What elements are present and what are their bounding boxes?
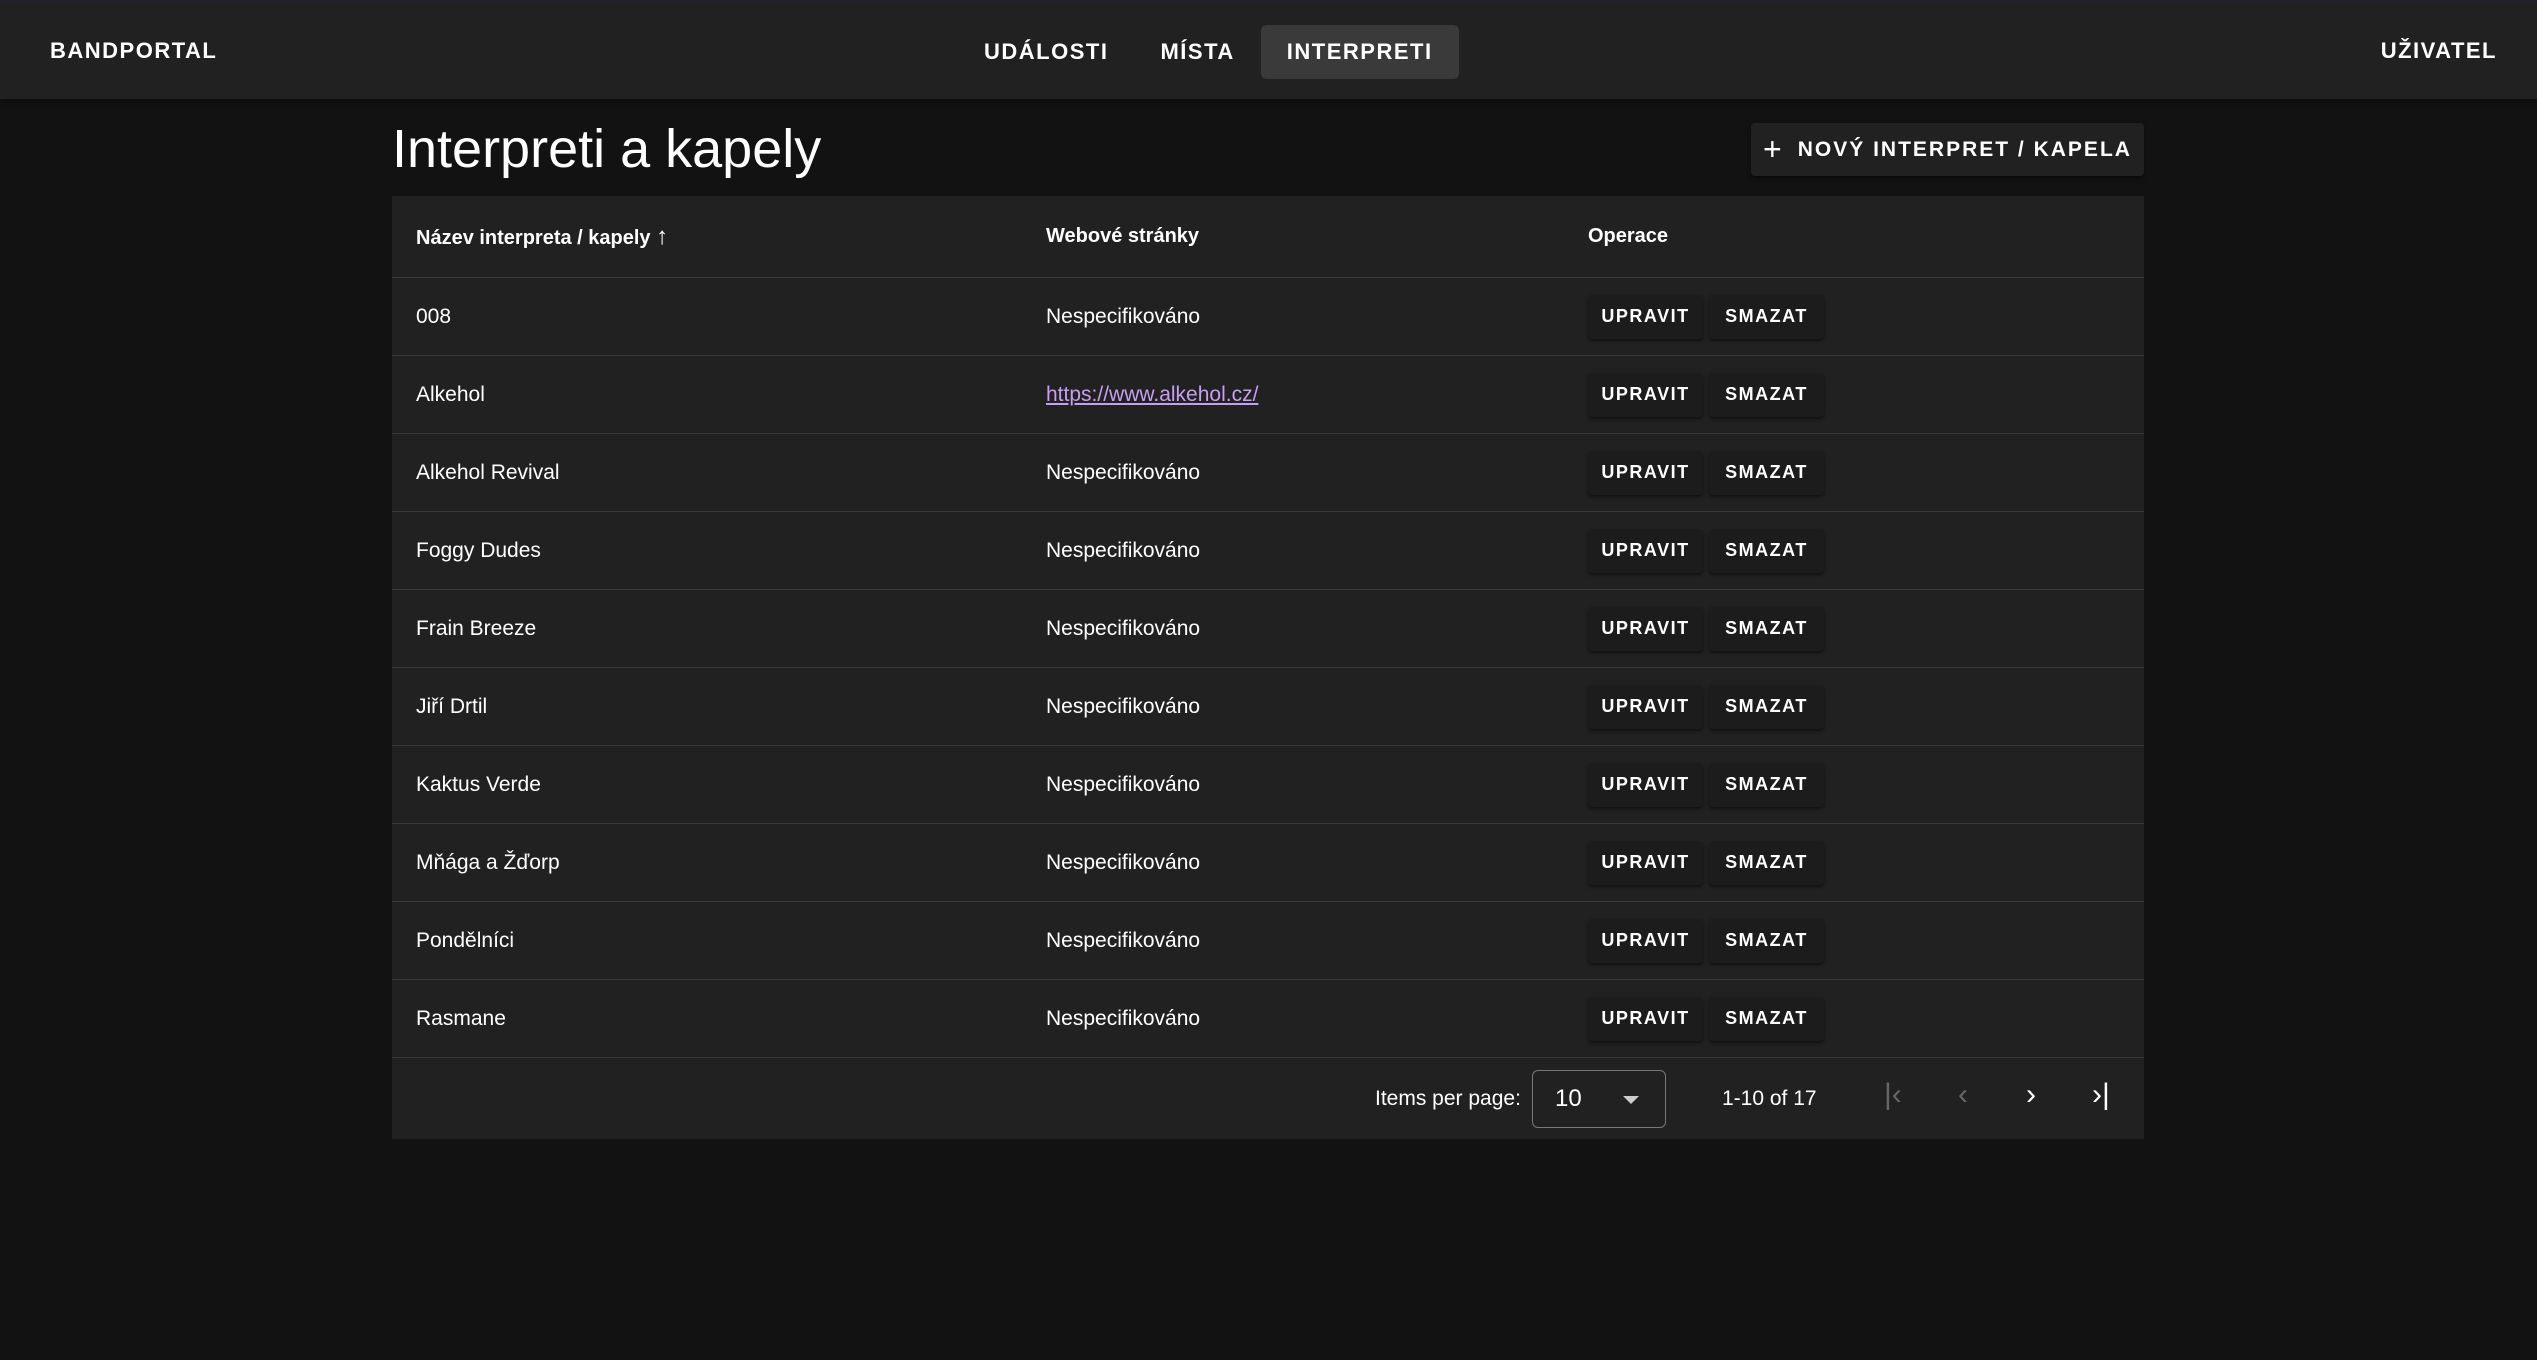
previous-page-icon[interactable]: ‹	[1958, 1078, 1968, 1112]
delete-button[interactable]: SMAZAT	[1709, 450, 1824, 495]
column-header-operations: Operace	[1588, 225, 1669, 247]
interpret-name: Foggy Dudes	[416, 538, 541, 562]
website: Nespecifikováno	[1046, 773, 1200, 797]
delete-button[interactable]: SMAZAT	[1709, 606, 1824, 651]
interpret-name: Alkehol Revival	[416, 460, 560, 484]
website-text: Nespecifikováno	[1046, 928, 1201, 952]
edit-button[interactable]: UPRAVIT	[1588, 840, 1703, 885]
table-row: Mňága a Žďorp Nespecifikováno UPRAVIT SMA…	[392, 824, 2144, 902]
interpret-name: Jiří Drtil	[416, 694, 488, 718]
edit-button[interactable]: UPRAVIT	[1588, 294, 1703, 339]
table-row: Alkehol Revival Nespecifikováno UPRAVIT S…	[392, 434, 2144, 512]
nav-udalosti[interactable]: UDÁLOSTI	[958, 25, 1134, 79]
edit-button[interactable]: UPRAVIT	[1588, 606, 1703, 651]
interpret-name: Mňága a Žďorp	[416, 850, 560, 874]
page-size-select[interactable]: 10	[1532, 1070, 1666, 1128]
delete-button[interactable]: SMAZAT	[1709, 918, 1824, 963]
last-page-icon[interactable]: ›|	[2092, 1078, 2110, 1112]
website: Nespecifikováno	[1046, 539, 1200, 563]
table-row: Kaktus Verde Nespecifikováno UPRAVIT SMAZ…	[392, 746, 2144, 824]
interpret-name: Alkehol	[416, 382, 485, 406]
table-row: Foggy Dudes Nespecifikováno UPRAVIT SMAZA…	[392, 512, 2144, 590]
items-per-page-label: Items per page:	[1375, 1086, 1521, 1110]
delete-button[interactable]: SMAZAT	[1709, 684, 1824, 729]
table-row: 008 Nespecifikováno UPRAVIT SMAZAT	[392, 278, 2144, 356]
brand-logo[interactable]: BANDPORTAL	[50, 38, 217, 64]
page-title: Interpreti a kapely	[392, 119, 822, 179]
dropdown-arrow-icon	[1623, 1096, 1639, 1104]
edit-button[interactable]: UPRAVIT	[1588, 684, 1703, 729]
edit-button[interactable]: UPRAVIT	[1588, 918, 1703, 963]
column-header-web: Webové stránky	[1046, 225, 1200, 247]
website-text: Nespecifikováno	[1046, 304, 1201, 328]
row-operations: UPRAVIT SMAZAT	[1588, 606, 1824, 651]
website: Nespecifikováno	[1046, 695, 1200, 719]
new-interpret-button[interactable]: + NOVÝ INTERPRET / KAPELA	[1751, 123, 2144, 176]
row-operations: UPRAVIT SMAZAT	[1588, 528, 1824, 573]
user-menu[interactable]: UŽIVATEL	[2381, 38, 2497, 64]
delete-button[interactable]: SMAZAT	[1709, 996, 1824, 1041]
website: Nespecifikováno	[1046, 305, 1200, 329]
interpret-name: Kaktus Verde	[416, 772, 541, 796]
edit-button[interactable]: UPRAVIT	[1588, 528, 1703, 573]
top-navbar: BANDPORTAL UDÁLOSTI MÍSTA INTERPRETI UŽI…	[0, 0, 2537, 99]
delete-button[interactable]: SMAZAT	[1709, 372, 1824, 417]
row-operations: UPRAVIT SMAZAT	[1588, 372, 1824, 417]
website-text: Nespecifikováno	[1046, 772, 1201, 796]
delete-button[interactable]: SMAZAT	[1709, 762, 1824, 807]
page-size-value: 10	[1555, 1085, 1582, 1112]
delete-button[interactable]: SMAZAT	[1709, 528, 1824, 573]
row-operations: UPRAVIT SMAZAT	[1588, 762, 1824, 807]
edit-button[interactable]: UPRAVIT	[1588, 372, 1703, 417]
next-page-icon[interactable]: ›	[2026, 1078, 2036, 1112]
arrow-up-icon: ↑	[656, 222, 669, 250]
table-row: Alkehol https://www.alkehol.cz/ UPRAVIT S…	[392, 356, 2144, 434]
row-operations: UPRAVIT SMAZAT	[1588, 294, 1824, 339]
row-operations: UPRAVIT SMAZAT	[1588, 918, 1824, 963]
first-page-icon[interactable]: |‹	[1884, 1078, 1902, 1112]
new-interpret-label: NOVÝ INTERPRET / KAPELA	[1797, 137, 2132, 161]
website-text: Nespecifikováno	[1046, 460, 1201, 484]
plus-icon: +	[1763, 131, 1784, 167]
interpret-name: 008	[416, 304, 452, 328]
page-range: 1-10 of 17	[1722, 1086, 1817, 1110]
nav-interpreti[interactable]: INTERPRETI	[1260, 25, 1459, 79]
column-header-name-label: Název interpreta / kapely	[416, 226, 651, 249]
website: Nespecifikováno	[1046, 461, 1200, 485]
row-operations: UPRAVIT SMAZAT	[1588, 450, 1824, 495]
table-row: Jiří Drtil Nespecifikováno UPRAVIT SMAZAT	[392, 668, 2144, 746]
nav-mista[interactable]: MÍSTA	[1134, 25, 1260, 79]
table-row: Frain Breeze Nespecifikováno UPRAVIT SMAZ…	[392, 590, 2144, 668]
table-header-row: Název interpreta / kapely ↑ Webové strán…	[392, 196, 2144, 278]
column-header-name[interactable]: Název interpreta / kapely ↑	[416, 223, 668, 251]
delete-button[interactable]: SMAZAT	[1709, 840, 1824, 885]
website: Nespecifikováno	[1046, 929, 1200, 953]
table-row: Pondělníci Nespecifikováno UPRAVIT SMAZAT	[392, 902, 2144, 980]
main-nav: UDÁLOSTI MÍSTA INTERPRETI	[958, 25, 1459, 79]
website: Nespecifikováno	[1046, 617, 1200, 641]
table-row: Rasmane Nespecifikováno UPRAVIT SMAZAT	[392, 980, 2144, 1058]
website: https://www.alkehol.cz/	[1046, 383, 1258, 407]
row-operations: UPRAVIT SMAZAT	[1588, 996, 1824, 1041]
row-operations: UPRAVIT SMAZAT	[1588, 684, 1824, 729]
delete-button[interactable]: SMAZAT	[1709, 294, 1824, 339]
interpret-name: Pondělníci	[416, 928, 515, 952]
edit-button[interactable]: UPRAVIT	[1588, 450, 1703, 495]
website-text: Nespecifikováno	[1046, 1006, 1201, 1030]
website-text: Nespecifikováno	[1046, 850, 1201, 874]
website-text: Nespecifikováno	[1046, 616, 1201, 640]
website-text: Nespecifikováno	[1046, 694, 1201, 718]
website-text: Nespecifikováno	[1046, 538, 1201, 562]
paginator: Items per page: 10 1-10 of 17 |‹ ‹ › ›|	[392, 1058, 2144, 1139]
website-link[interactable]: https://www.alkehol.cz/	[1046, 383, 1258, 406]
website: Nespecifikováno	[1046, 851, 1200, 875]
interpret-name: Rasmane	[416, 1006, 506, 1030]
edit-button[interactable]: UPRAVIT	[1588, 996, 1703, 1041]
website: Nespecifikováno	[1046, 1007, 1200, 1031]
edit-button[interactable]: UPRAVIT	[1588, 762, 1703, 807]
interpret-name: Frain Breeze	[416, 616, 537, 640]
interprets-table: Název interpreta / kapely ↑ Webové strán…	[392, 196, 2144, 1139]
row-operations: UPRAVIT SMAZAT	[1588, 840, 1824, 885]
